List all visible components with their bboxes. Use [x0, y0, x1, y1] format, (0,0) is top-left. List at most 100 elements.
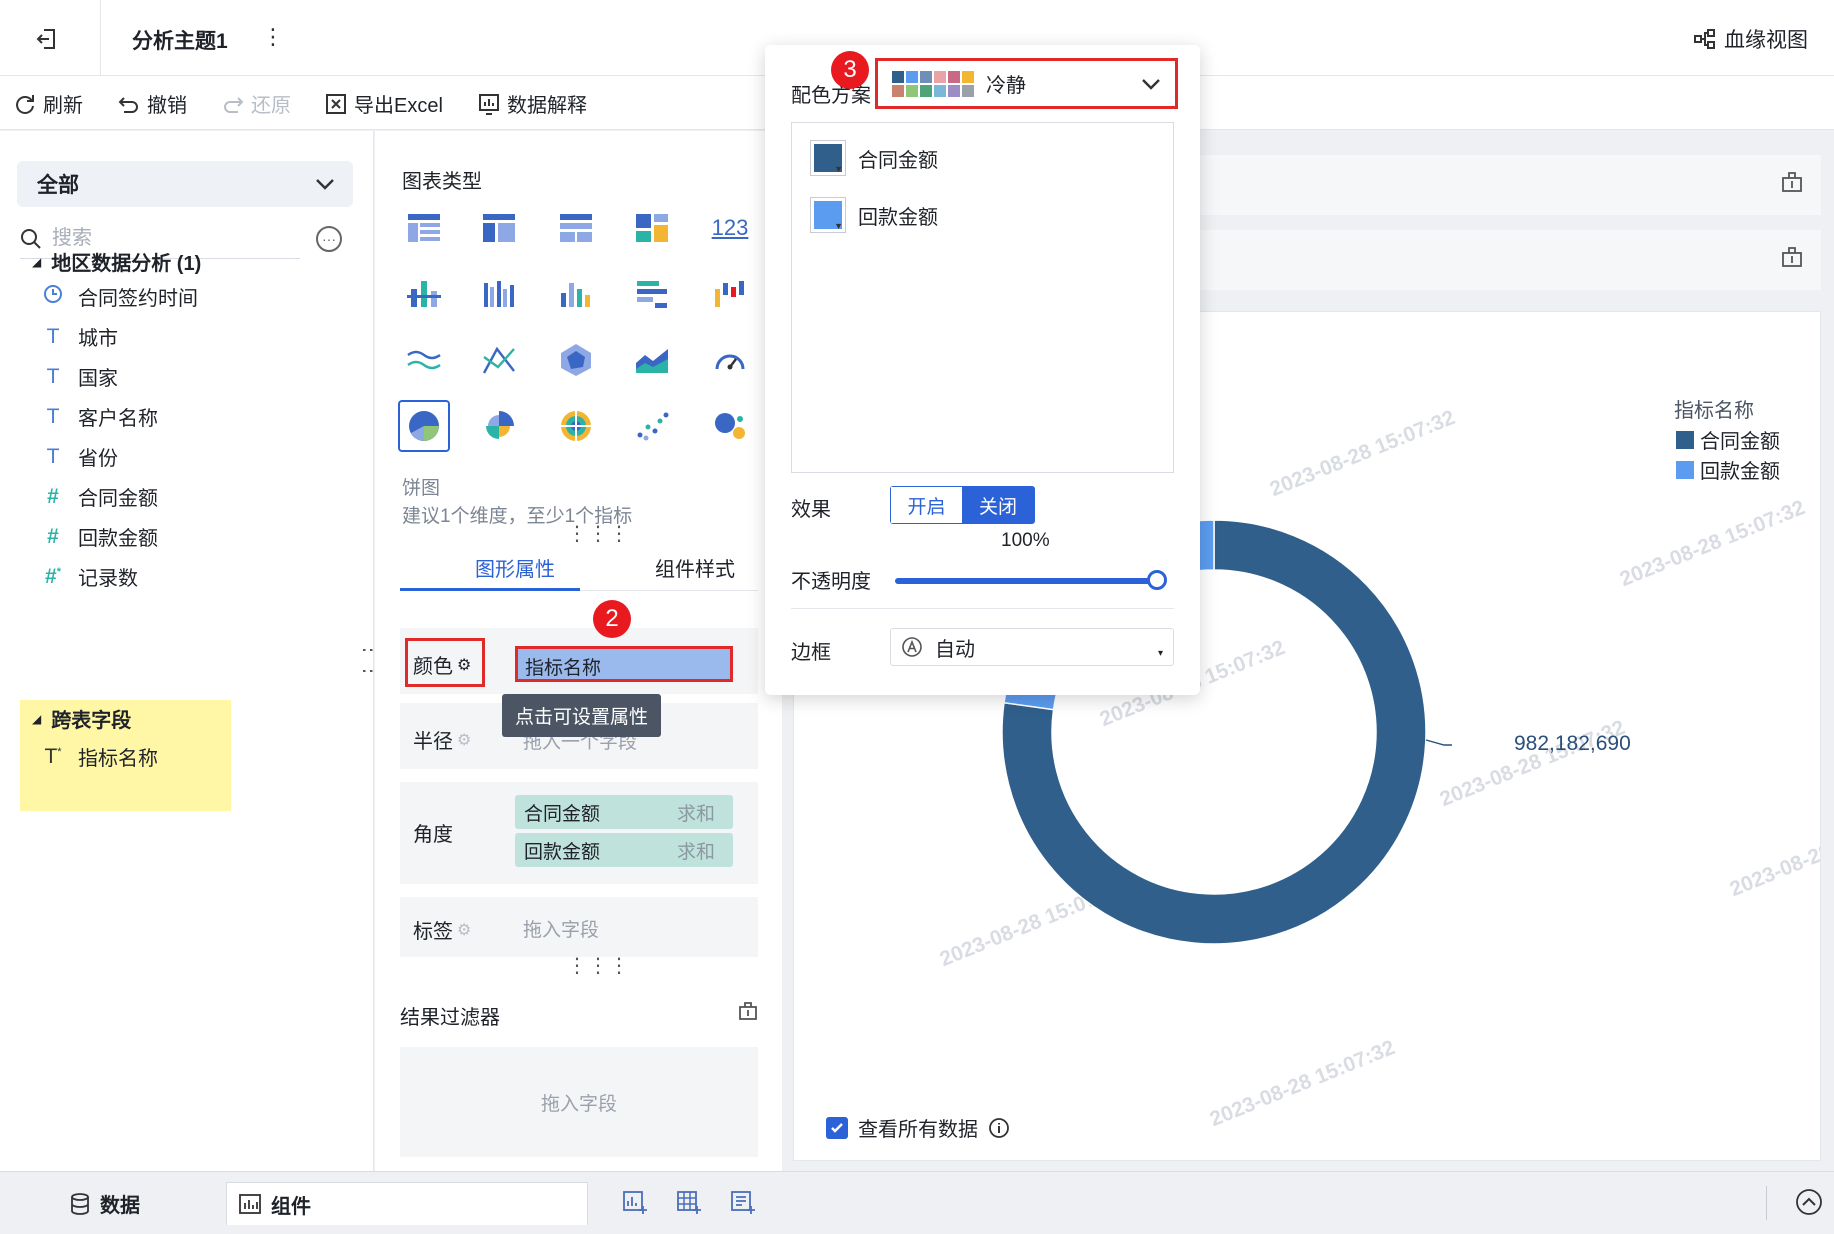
component-tab[interactable]: 组件 [226, 1182, 588, 1225]
data-tab[interactable]: 数据 [70, 1182, 140, 1225]
resize-handle[interactable]: ⋮⋮⋮ [567, 524, 630, 544]
field-item[interactable]: T 城市 [42, 322, 118, 351]
text-icon: T [46, 364, 60, 388]
collapse-up-icon[interactable] [1795, 1188, 1823, 1216]
scatter-chart-icon[interactable] [629, 403, 675, 449]
series-name: 回款金额 [858, 206, 938, 229]
cross-table-icon[interactable] [476, 205, 522, 251]
view-all-data-checkbox[interactable]: 查看所有数据 [826, 1113, 1010, 1142]
legend-item[interactable]: 回款金额 [1676, 455, 1780, 484]
grouped-bar-icon[interactable] [476, 271, 522, 317]
expand-icon[interactable] [738, 1001, 758, 1021]
combo-chart-icon[interactable] [476, 337, 522, 383]
checkbox-checked-icon [826, 1116, 848, 1139]
config-tabs: 图形属性 组件样式 [400, 541, 758, 591]
field-item[interactable]: T 省份 [42, 442, 118, 471]
opacity-slider[interactable] [895, 578, 1163, 584]
field-label: 合同签约时间 [78, 288, 198, 310]
waterfall-chart-icon[interactable] [707, 271, 753, 317]
redo-icon [224, 96, 244, 113]
lineage-view-button[interactable]: 血缘视图 [1694, 24, 1808, 54]
field-item[interactable]: T 客户名称 [42, 402, 158, 431]
data-tab-label: 数据 [100, 1195, 140, 1217]
highlight-box [405, 638, 485, 687]
tag-setting-button[interactable]: 标签 ⚙ [413, 915, 471, 944]
field-label: 记录数 [78, 568, 138, 590]
tab-component-style[interactable]: 组件样式 [655, 553, 735, 582]
effect-off-button[interactable]: 关闭 [962, 487, 1034, 523]
field-item[interactable]: #* 记录数 [42, 562, 138, 591]
color-picker[interactable]: ▼ [810, 197, 846, 233]
data-label-leader [1425, 739, 1452, 746]
field-item[interactable]: T 国家 [42, 362, 118, 391]
redo-button[interactable]: 还原 [222, 89, 291, 118]
line-chart-icon[interactable] [401, 337, 447, 383]
legend-item[interactable]: 合同金额 [1676, 425, 1780, 454]
series-color-item[interactable]: ▼ 回款金额 [810, 197, 938, 233]
field-item[interactable]: T* 指标名称 [42, 742, 158, 771]
pie-chart-icon[interactable] [398, 400, 450, 452]
detail-table-icon[interactable] [553, 205, 599, 251]
bubble-chart-icon[interactable] [707, 403, 753, 449]
dropdown-caret-icon: ▾ [1157, 648, 1163, 659]
opacity-value: 100% [1001, 530, 1050, 551]
field-label: 国家 [78, 368, 118, 390]
group-header-region[interactable]: ◢ 地区数据分析 (1) [32, 247, 201, 276]
color-scheme-select[interactable]: 冷静 [875, 58, 1178, 109]
effect-toggle: 开启 关闭 [890, 486, 1035, 524]
color-picker[interactable]: ▼ [810, 140, 846, 176]
resize-handle[interactable]: ⋮⋮⋮ [567, 956, 630, 976]
color-field-pill[interactable]: 指标名称 [515, 646, 733, 682]
tag-drop-zone[interactable]: 拖入字段 [523, 915, 599, 942]
undo-button[interactable]: 撤销 [118, 89, 187, 118]
page-title: 分析主题1 [132, 30, 228, 53]
scheme-swatch [892, 70, 904, 83]
effect-on-button[interactable]: 开启 [891, 487, 962, 523]
component-tab-label: 组件 [271, 1195, 311, 1218]
group-header-cross[interactable]: ◢ 跨表字段 [32, 704, 131, 733]
field-item[interactable]: 合同签约时间 [42, 282, 198, 311]
series-color-item[interactable]: ▼ 合同金额 [810, 140, 938, 176]
scheme-swatch [892, 84, 904, 97]
border-select[interactable]: 自动 ▾ [890, 628, 1174, 666]
radius-setting-button[interactable]: 半径 ⚙ [413, 725, 471, 754]
info-icon[interactable] [988, 1117, 1010, 1139]
field-item[interactable]: # 合同金额 [42, 482, 158, 511]
scope-select[interactable]: 全部 [17, 161, 353, 207]
add-text-icon[interactable] [730, 1190, 756, 1216]
stacked-bar-icon[interactable] [401, 271, 447, 317]
opacity-label: 不透明度 [791, 571, 871, 593]
database-icon [71, 1192, 89, 1215]
result-filter-drop-zone[interactable]: 拖入字段 [400, 1047, 758, 1157]
border-label: 边框 [791, 642, 831, 664]
expand-icon[interactable] [1781, 246, 1803, 268]
kpi-number-icon[interactable]: 123 [707, 205, 753, 251]
rose-chart-icon[interactable] [476, 403, 522, 449]
scheme-swatch [920, 84, 932, 97]
area-chart-icon[interactable] [629, 337, 675, 383]
add-table-icon[interactable] [676, 1190, 702, 1216]
table-chart-icon[interactable] [401, 205, 447, 251]
data-label: 982,182,690 [1514, 732, 1631, 755]
card-chart-icon[interactable] [629, 205, 675, 251]
field-item[interactable]: # 回款金额 [42, 522, 158, 551]
radar-chart-icon[interactable] [553, 337, 599, 383]
bar-chart-icon[interactable] [553, 271, 599, 317]
data-explain-button[interactable]: 数据解释 [478, 89, 587, 118]
result-filter-title: 结果过滤器 [400, 1007, 500, 1029]
add-chart-icon[interactable] [622, 1190, 648, 1216]
more-options-icon[interactable]: ··· [316, 226, 342, 252]
opacity-slider-handle[interactable] [1147, 570, 1167, 590]
angle-field-pill[interactable]: 回款金额 求和 [515, 833, 733, 867]
gauge-chart-icon[interactable] [707, 337, 753, 383]
horizontal-bar-icon[interactable] [629, 271, 675, 317]
angle-field-pill[interactable]: 合同金额 求和 [515, 795, 733, 829]
clock-icon [42, 284, 64, 310]
refresh-button[interactable]: 刷新 [14, 89, 83, 118]
expand-icon[interactable] [1781, 171, 1803, 193]
more-vertical-icon[interactable]: ⋮ [262, 22, 284, 52]
export-excel-button[interactable]: 导出Excel [325, 89, 443, 118]
exit-icon[interactable] [30, 22, 64, 56]
tab-shape-properties[interactable]: 图形属性 [475, 553, 555, 582]
sunburst-chart-icon[interactable] [553, 403, 599, 449]
